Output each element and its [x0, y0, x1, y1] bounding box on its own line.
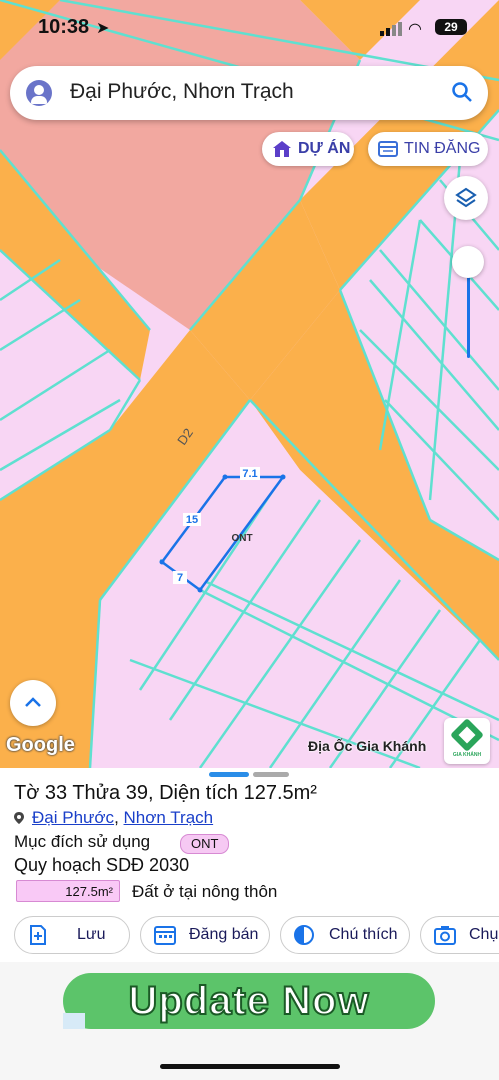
save-button[interactable]: Lưu	[14, 916, 130, 954]
legend-button[interactable]: Chú thích	[280, 916, 410, 954]
search-bar[interactable]: Đại Phước, Nhơn Trạch	[10, 66, 488, 120]
status-time: 10:38	[38, 16, 90, 38]
calendar-icon	[154, 926, 176, 945]
area-value: 127.5m²	[16, 880, 120, 902]
wifi-icon: ◠	[408, 21, 422, 38]
plot-address: Đại Phước, Nhơn Trạch	[14, 808, 213, 828]
camera-icon	[434, 926, 456, 945]
sheet-handle-secondary[interactable]	[253, 772, 289, 777]
ad-text[interactable]: Update Now	[63, 973, 435, 1029]
sheet-handle[interactable]	[209, 772, 249, 777]
project-button[interactable]: DỰ ÁN	[262, 132, 354, 166]
listing-label: TIN ĐĂNG	[404, 140, 481, 157]
purpose-badge: ONT	[180, 834, 230, 854]
listing-button[interactable]: TIN ĐĂNG	[368, 132, 488, 166]
gia-khanh-logo[interactable]: GIA KHÁNH	[444, 718, 490, 764]
search-input[interactable]: Đại Phước, Nhơn Trạch	[70, 80, 294, 104]
search-icon[interactable]	[450, 80, 474, 104]
post-sale-label: Đăng bán	[189, 926, 259, 943]
location-arrow-icon: ➤	[96, 20, 110, 37]
layers-icon	[455, 187, 477, 208]
project-label: DỰ ÁN	[298, 140, 351, 157]
edge-label-top: 7.1	[242, 468, 257, 480]
status-bar: 10:38 ➤ ◠ 29	[0, 0, 499, 56]
plot-title: Tờ 33 Thửa 39, Diện tích 127.5m²	[14, 782, 317, 804]
contrast-icon	[294, 925, 314, 945]
post-sale-button[interactable]: Đăng bán	[140, 916, 270, 954]
ad-choices-icon[interactable]	[63, 1013, 85, 1029]
save-label: Lưu	[77, 926, 106, 943]
battery-icon: 29	[435, 19, 467, 35]
google-attribution: Google	[6, 734, 75, 756]
purpose-label: Mục đích sử dụng	[14, 832, 151, 851]
layers-button[interactable]	[444, 176, 488, 220]
map-credit: Địa Ốc Gia Khánh	[308, 738, 427, 754]
logo-caption: GIA KHÁNH	[452, 752, 482, 758]
add-document-icon	[30, 925, 46, 945]
home-icon	[273, 141, 291, 157]
listing-icon	[378, 141, 398, 157]
ward-link[interactable]: Đại Phước	[32, 808, 114, 827]
district-link[interactable]: Nhơn Trạch	[124, 808, 214, 827]
capture-button[interactable]: Chụp	[420, 916, 499, 954]
avatar-icon[interactable]	[26, 80, 52, 106]
edge-label-left: 15	[186, 514, 198, 526]
opacity-slider-handle[interactable]	[452, 246, 484, 278]
capture-label: Chụp	[469, 926, 499, 943]
location-pin-icon	[14, 812, 24, 824]
edge-label-bottom: 7	[177, 572, 183, 584]
plan-title: Quy hoạch SDĐ 2030	[14, 855, 190, 875]
expand-up-button[interactable]	[10, 680, 56, 726]
address-separator: ,	[114, 808, 119, 827]
area-type: Đất ở tại nông thôn	[132, 882, 278, 901]
plot-code-label: ONT	[231, 533, 252, 544]
home-indicator[interactable]	[160, 1064, 340, 1069]
chevron-up-icon	[25, 697, 41, 707]
signal-icon	[380, 22, 402, 36]
legend-label: Chú thích	[329, 926, 398, 943]
